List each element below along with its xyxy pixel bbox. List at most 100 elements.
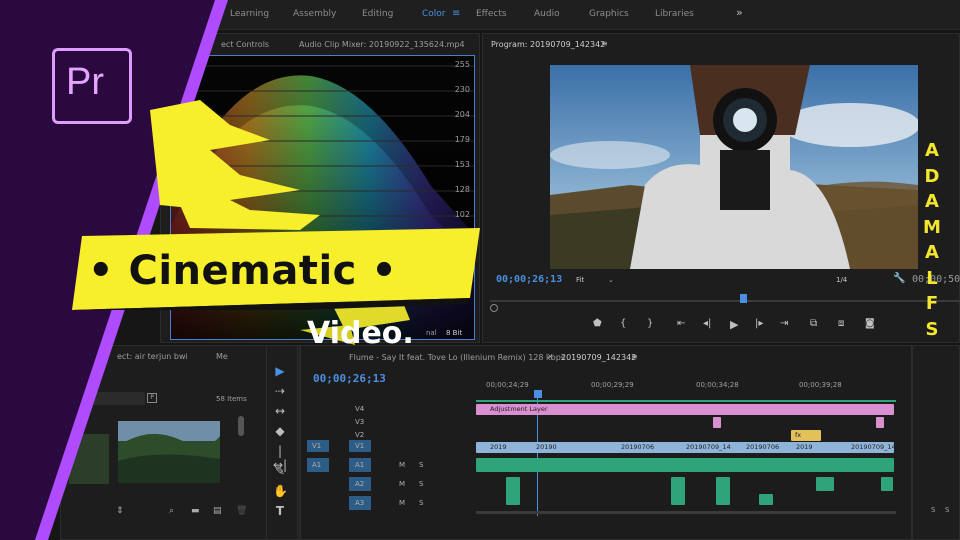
workspace-menu-icon[interactable]: ≡ bbox=[452, 8, 460, 19]
wrench-icon[interactable]: 🔧 bbox=[893, 273, 905, 284]
a1-audio-clip[interactable] bbox=[476, 458, 894, 472]
fx-clip[interactable]: fx bbox=[791, 430, 821, 441]
adjustment-layer-clip[interactable]: Adjustment Layer bbox=[476, 404, 894, 415]
track-label-v4[interactable]: V4 bbox=[355, 405, 364, 413]
timeline-panel: Flume - Say It feat. Tove Lo (Illenium R… bbox=[300, 345, 912, 540]
close-icon[interactable]: × bbox=[547, 352, 554, 361]
track-select-icon[interactable]: ⇢ bbox=[273, 384, 287, 398]
type-icon[interactable]: T bbox=[273, 504, 287, 518]
a2-audio-clip[interactable] bbox=[506, 477, 520, 505]
tab-effects[interactable]: Effects bbox=[476, 9, 507, 19]
timeline-playhead[interactable] bbox=[534, 390, 542, 398]
selection-tool-icon[interactable]: ▶ bbox=[273, 364, 287, 378]
search-icon[interactable]: ⌕ bbox=[169, 506, 174, 516]
adjustment-clip-small[interactable] bbox=[713, 417, 721, 428]
track-target-a3[interactable]: A3 bbox=[349, 496, 371, 510]
project-panel: ect: air terjun bwi Me P 58 Items ⇕ ⌕ ▬ … bbox=[60, 345, 300, 540]
step-back-icon[interactable]: ◂| bbox=[703, 318, 711, 329]
clip-thumbnail[interactable] bbox=[118, 421, 220, 483]
mark-in-icon[interactable]: { bbox=[620, 318, 626, 329]
lift-icon[interactable]: ⧉ bbox=[810, 318, 817, 329]
mute-button[interactable]: M bbox=[399, 461, 405, 469]
track-target-v1[interactable]: V1 bbox=[349, 440, 371, 452]
go-to-out-icon[interactable]: ⇥ bbox=[780, 318, 788, 329]
program-title[interactable]: Program: 20190709_142342 bbox=[491, 40, 605, 49]
brand-letter: M bbox=[923, 216, 941, 238]
sequence-menu-icon[interactable]: ≡ bbox=[631, 352, 638, 361]
project-tab[interactable]: ect: air terjun bwi bbox=[117, 352, 188, 361]
clip-thumbnail[interactable] bbox=[69, 434, 109, 484]
fit-select[interactable]: Fit bbox=[576, 276, 584, 284]
track-label-v2[interactable]: V2 bbox=[355, 431, 364, 439]
source-patch-v1[interactable]: V1 bbox=[307, 440, 329, 452]
ruler-label: 00;00;24;29 bbox=[486, 381, 529, 389]
resolution-select[interactable]: 1/4 bbox=[836, 276, 847, 284]
work-area-bar[interactable] bbox=[476, 400, 896, 402]
a2-audio-clip[interactable] bbox=[671, 477, 685, 505]
a2-audio-clip[interactable] bbox=[881, 477, 893, 491]
a3-audio-clip[interactable] bbox=[759, 494, 773, 505]
a2-audio-clip[interactable] bbox=[816, 477, 834, 491]
transport-controls: ⬟ { } ⇤ ◂| ▶ |▸ ⇥ ⧉ ⧈ ◙ bbox=[590, 318, 890, 334]
solo-meter-label[interactable]: S bbox=[945, 506, 949, 514]
hand-icon[interactable]: ✋ bbox=[273, 484, 288, 498]
program-scrubber[interactable] bbox=[490, 292, 960, 312]
tab-graphics[interactable]: Graphics bbox=[589, 9, 629, 19]
program-menu-icon[interactable]: ≡ bbox=[601, 39, 608, 48]
timeline-scrollbar[interactable] bbox=[476, 511, 896, 514]
adjustment-clip-small[interactable] bbox=[876, 417, 884, 428]
add-marker-icon[interactable]: ⬟ bbox=[593, 318, 602, 329]
new-bin-icon[interactable]: ▬ bbox=[191, 506, 200, 516]
solo-button[interactable]: S bbox=[419, 461, 423, 469]
tab-audio[interactable]: Audio bbox=[534, 9, 560, 19]
solo-button[interactable]: S bbox=[419, 499, 423, 507]
mark-out-icon[interactable]: } bbox=[647, 318, 653, 329]
slip-icon[interactable]: |↔| bbox=[273, 444, 287, 472]
mute-button[interactable]: M bbox=[399, 480, 405, 488]
a2-audio-clip[interactable] bbox=[716, 477, 730, 505]
go-to-in-icon[interactable]: ⇤ bbox=[677, 318, 685, 329]
source-patch-a1[interactable]: A1 bbox=[307, 458, 329, 472]
tab-learning[interactable]: Learning bbox=[230, 9, 269, 19]
tab-editing[interactable]: Editing bbox=[362, 9, 393, 19]
brand-letter: F bbox=[925, 293, 939, 314]
tab-color[interactable]: Color bbox=[422, 9, 446, 19]
playhead-handle[interactable] bbox=[740, 294, 747, 303]
new-item-icon[interactable]: ▤ bbox=[213, 506, 222, 516]
scope-tick: 179 bbox=[454, 135, 470, 144]
bin-icon[interactable]: P bbox=[147, 393, 157, 403]
extract-icon[interactable]: ⧈ bbox=[838, 318, 844, 329]
track-target-a1[interactable]: A1 bbox=[349, 458, 371, 472]
sequence-tab[interactable]: 20190709_142342 bbox=[561, 353, 636, 362]
audio-clip-mixer-tab[interactable]: Audio Clip Mixer: 20190922_135624.mp4 bbox=[299, 40, 465, 49]
search-input[interactable] bbox=[81, 392, 145, 405]
trash-icon[interactable]: 🗑 bbox=[236, 506, 247, 516]
more-workspaces-icon[interactable]: » bbox=[736, 6, 743, 19]
audio-sequence-tab[interactable]: Flume - Say It feat. Tove Lo (Illenium R… bbox=[349, 353, 565, 362]
export-frame-icon[interactable]: ◙ bbox=[865, 318, 875, 329]
chevron-down-icon[interactable]: ⌄ bbox=[608, 276, 614, 284]
media-browser-tab[interactable]: Me bbox=[216, 352, 228, 361]
play-icon[interactable]: ▶ bbox=[730, 318, 738, 331]
track-label-v3[interactable]: V3 bbox=[355, 418, 364, 426]
v1-clip-strip[interactable]: 2019 20190 20190706 20190709_14 20190706… bbox=[476, 442, 900, 453]
bit-depth-select[interactable]: 8 Bit bbox=[446, 329, 462, 337]
tab-libraries[interactable]: Libraries bbox=[655, 9, 694, 19]
mute-button[interactable]: M bbox=[399, 499, 405, 507]
effect-controls-tab[interactable]: ect Controls bbox=[221, 40, 269, 49]
step-forward-icon[interactable]: |▸ bbox=[755, 318, 763, 329]
track-target-a2[interactable]: A2 bbox=[349, 477, 371, 491]
pen-icon[interactable]: ✎ bbox=[273, 464, 287, 478]
solo-button[interactable]: S bbox=[419, 480, 423, 488]
razor-icon[interactable]: ◆ bbox=[273, 424, 287, 438]
zoom-handle[interactable] bbox=[490, 304, 498, 312]
video-frame bbox=[550, 65, 918, 269]
scrollbar[interactable] bbox=[238, 416, 244, 436]
channel-label: nal bbox=[426, 329, 437, 337]
solo-meter-label[interactable]: S bbox=[931, 506, 935, 514]
ripple-edit-icon[interactable]: ↔ bbox=[273, 404, 287, 418]
program-current-timecode[interactable]: 00;00;26;13 bbox=[496, 274, 562, 285]
sort-icon[interactable]: ⇕ bbox=[116, 506, 124, 516]
tab-assembly[interactable]: Assembly bbox=[293, 9, 336, 19]
timeline-timecode[interactable]: 00;00;26;13 bbox=[313, 372, 386, 385]
